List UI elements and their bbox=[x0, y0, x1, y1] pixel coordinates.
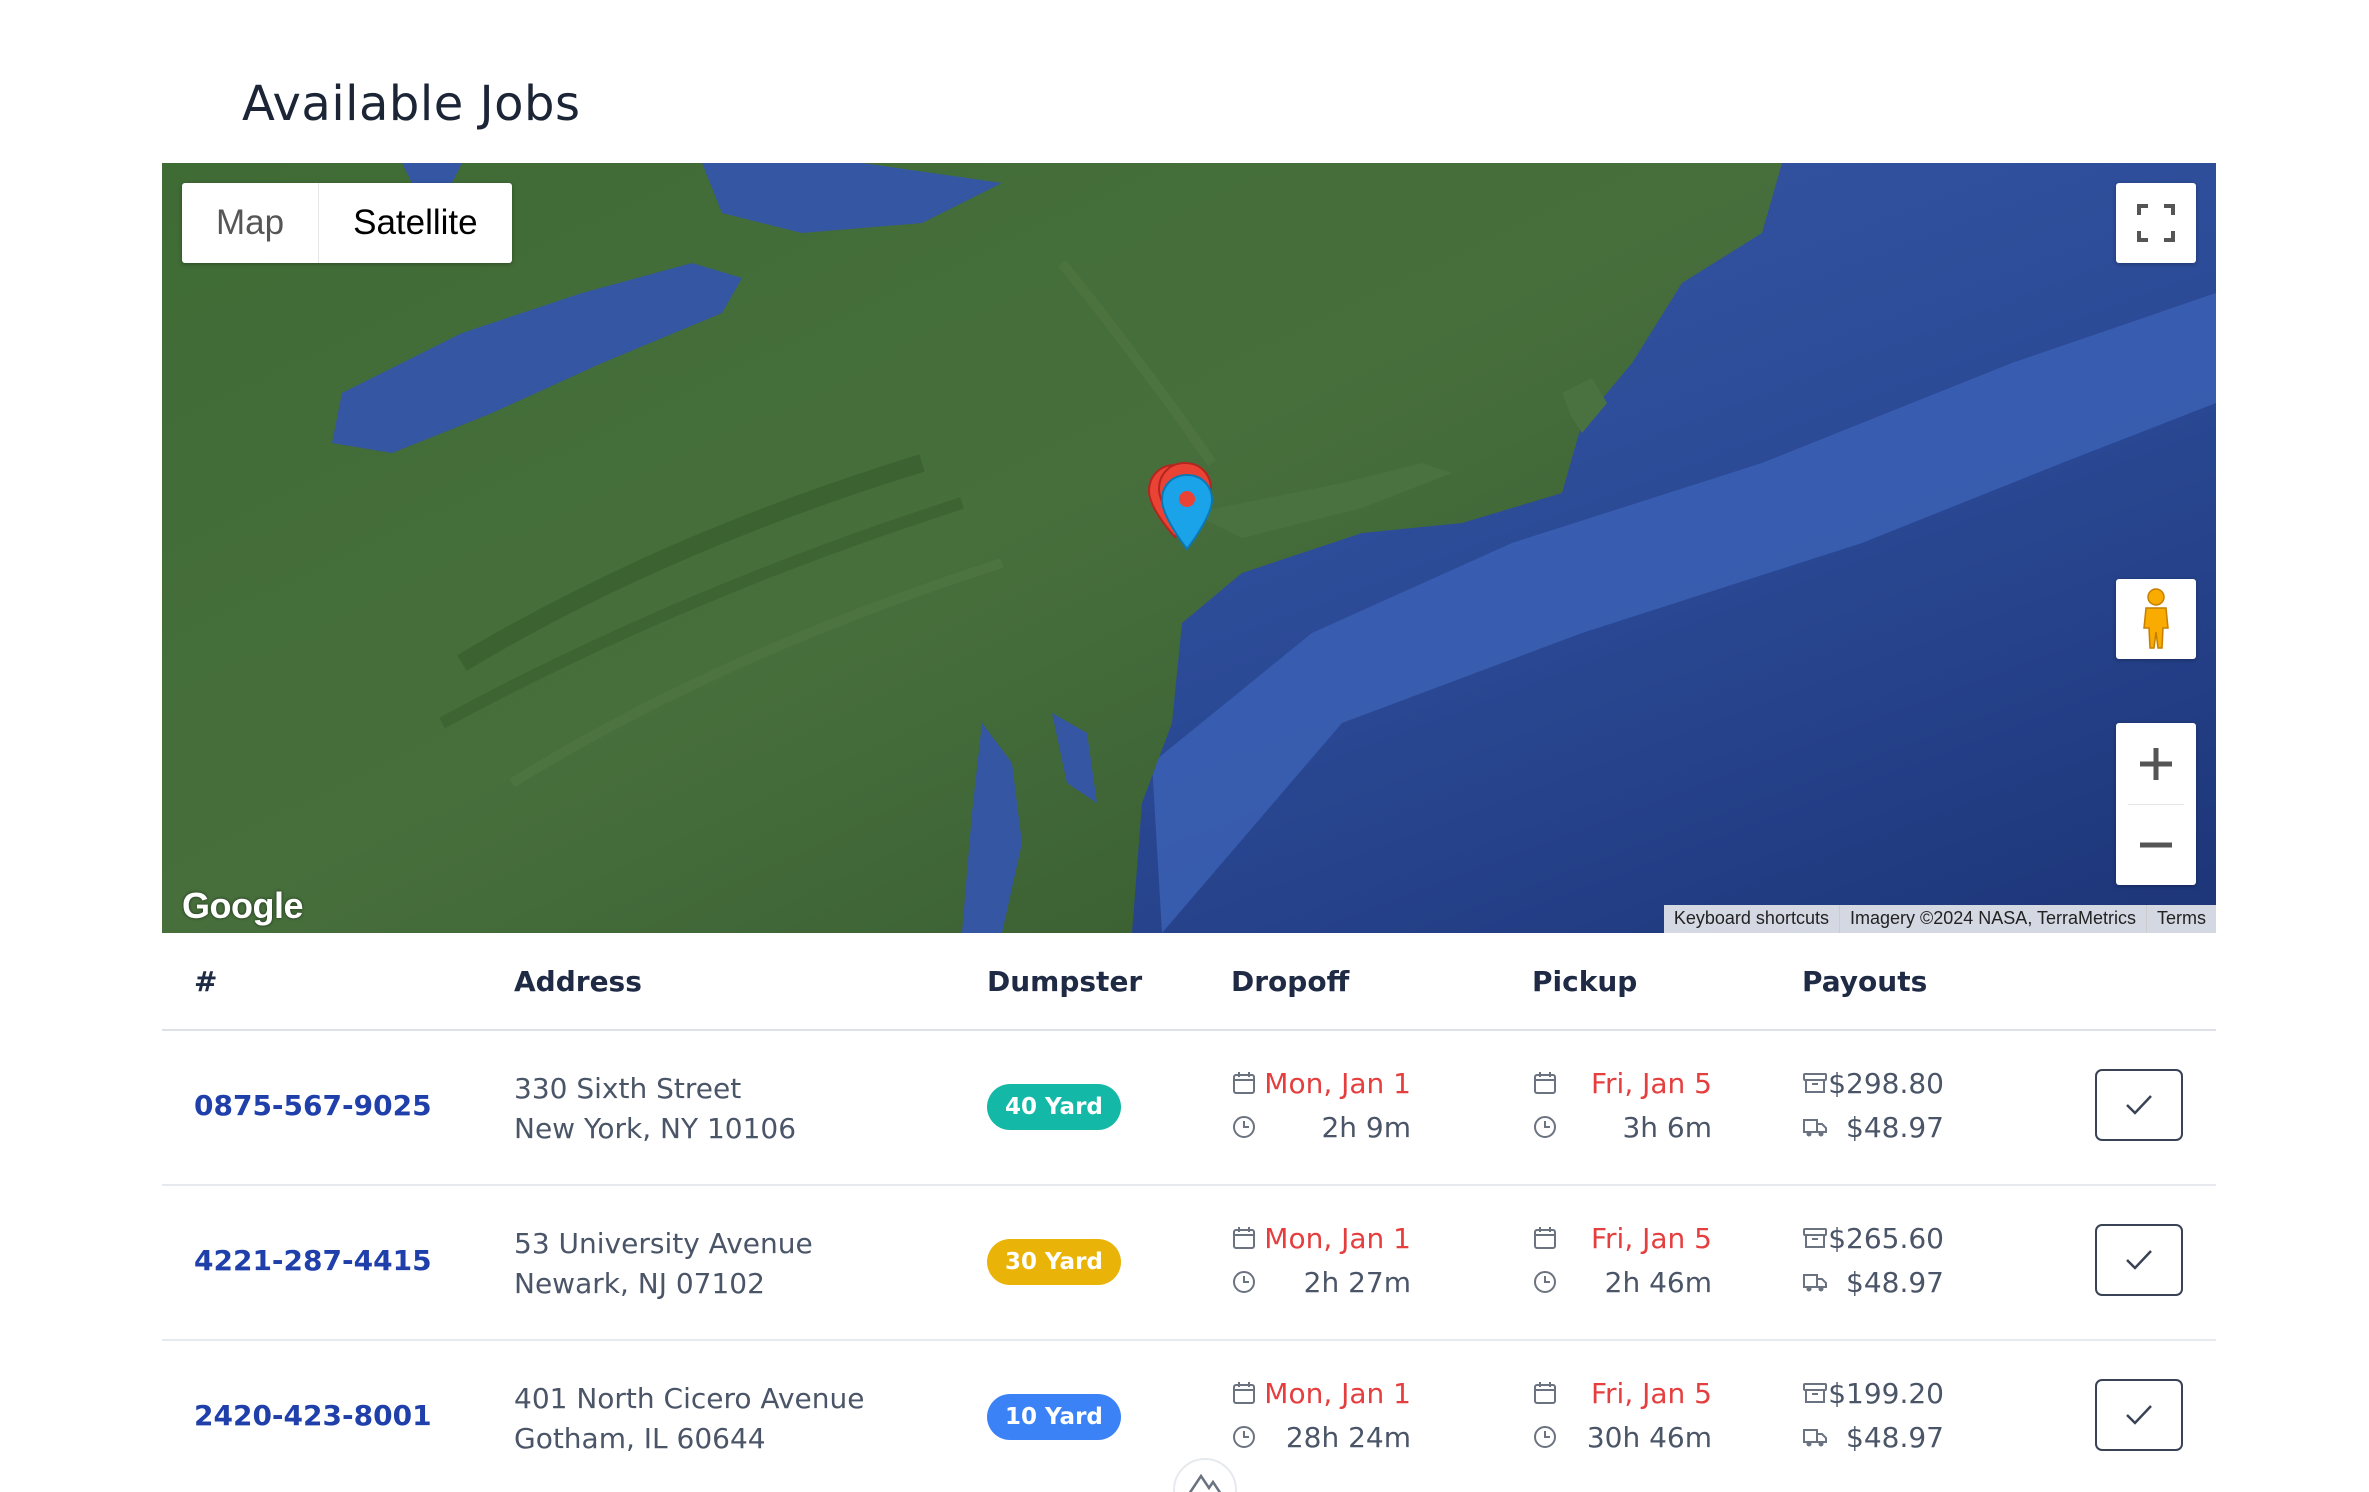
check-icon bbox=[2126, 1405, 2152, 1425]
job-address: 53 University Avenue Newark, NJ 07102 bbox=[514, 1224, 813, 1304]
minus-icon bbox=[2140, 842, 2172, 847]
payout-job-amount: $265.60 bbox=[1828, 1221, 1944, 1255]
address-line2: Newark, NJ 07102 bbox=[514, 1267, 765, 1300]
dropoff-cell: Mon, Jan 1 2h 27m bbox=[1231, 1216, 1411, 1304]
clock-icon bbox=[1233, 1426, 1255, 1448]
fullscreen-icon bbox=[2137, 204, 2175, 242]
payout-delivery-amount: $48.97 bbox=[1846, 1265, 1944, 1299]
check-icon bbox=[2126, 1250, 2152, 1270]
imagery-credit: Imagery ©2024 NASA, TerraMetrics bbox=[1838, 905, 2146, 933]
accept-job-button[interactable] bbox=[2095, 1069, 2183, 1141]
mountain-logo-icon bbox=[1188, 1473, 1222, 1492]
clock-icon bbox=[1534, 1116, 1556, 1138]
pickup-cell: Fri, Jan 5 2h 46m bbox=[1532, 1216, 1712, 1304]
plus-icon bbox=[2140, 747, 2172, 780]
archive-box-icon bbox=[1803, 1383, 1827, 1403]
table-row: 4221-287-4415 53 University Avenue Newar… bbox=[162, 1186, 2216, 1341]
header-address: Address bbox=[514, 965, 642, 998]
pegman-icon bbox=[2143, 588, 2169, 649]
job-address: 330 Sixth Street New York, NY 10106 bbox=[514, 1069, 796, 1149]
map-type-toggle: Map Satellite bbox=[182, 183, 512, 263]
clock-icon bbox=[1534, 1271, 1556, 1293]
table-row: 0875-567-9025 330 Sixth Street New York,… bbox=[162, 1031, 2216, 1186]
pickup-duration: 3h 6m bbox=[1622, 1110, 1712, 1144]
dropoff-cell: Mon, Jan 1 28h 24m bbox=[1231, 1371, 1411, 1459]
zoom-control bbox=[2116, 723, 2196, 885]
accept-job-button[interactable] bbox=[2095, 1224, 2183, 1296]
job-address: 401 North Cicero Avenue Gotham, IL 60644 bbox=[514, 1379, 864, 1459]
archive-box-icon bbox=[1803, 1073, 1827, 1093]
clock-icon bbox=[1233, 1116, 1255, 1138]
address-line2: New York, NY 10106 bbox=[514, 1112, 797, 1145]
blue-map-pin[interactable] bbox=[1160, 473, 1214, 553]
dropoff-duration: 28h 24m bbox=[1285, 1420, 1411, 1454]
header-pickup: Pickup bbox=[1532, 965, 1638, 998]
address-line1: 53 University Avenue bbox=[514, 1227, 813, 1260]
archive-box-icon bbox=[1803, 1228, 1827, 1248]
payout-cell: $199.20 $48.97 bbox=[1802, 1371, 1944, 1459]
dropoff-duration: 2h 9m bbox=[1321, 1110, 1411, 1144]
payout-job-amount: $199.20 bbox=[1828, 1376, 1944, 1410]
address-line2: Gotham, IL 60644 bbox=[514, 1422, 766, 1455]
pickup-duration: 2h 46m bbox=[1604, 1265, 1712, 1299]
job-id-link[interactable]: 2420-423-8001 bbox=[194, 1399, 432, 1432]
terms-link[interactable]: Terms bbox=[2146, 905, 2216, 933]
pickup-duration: 30h 46m bbox=[1586, 1420, 1712, 1454]
zoom-in-button[interactable] bbox=[2116, 724, 2196, 804]
zoom-out-button[interactable] bbox=[2116, 805, 2196, 885]
header-id: # bbox=[194, 965, 218, 998]
header-payouts: Payouts bbox=[1802, 965, 1928, 998]
truck-icon bbox=[1803, 1274, 1827, 1292]
map-view[interactable]: Map Satellite Google Keyboard shortcuts … bbox=[162, 163, 2216, 933]
dumpster-size-badge: 10 Yard bbox=[987, 1394, 1121, 1440]
payout-cell: $265.60 $48.97 bbox=[1802, 1216, 1944, 1304]
keyboard-shortcuts-link[interactable]: Keyboard shortcuts bbox=[1664, 905, 1839, 933]
truck-icon bbox=[1803, 1429, 1827, 1447]
calendar-icon bbox=[1534, 1227, 1556, 1249]
dropoff-date: Mon, Jan 1 bbox=[1264, 1066, 1411, 1100]
pickup-date: Fri, Jan 5 bbox=[1590, 1066, 1712, 1100]
calendar-icon bbox=[1534, 1072, 1556, 1094]
clock-icon bbox=[1534, 1426, 1556, 1448]
map-type-map[interactable]: Map bbox=[182, 183, 320, 263]
header-dumpster: Dumpster bbox=[987, 965, 1143, 998]
payout-job-amount: $298.80 bbox=[1828, 1066, 1944, 1100]
check-icon bbox=[2126, 1095, 2152, 1115]
calendar-icon bbox=[1233, 1227, 1255, 1249]
calendar-icon bbox=[1233, 1382, 1255, 1404]
dumpster-size-badge: 40 Yard bbox=[987, 1084, 1121, 1130]
jobs-table: # Address Dumpster Dropoff Pickup Payout… bbox=[162, 933, 2216, 1492]
calendar-icon bbox=[1233, 1072, 1255, 1094]
page-title: Available Jobs bbox=[242, 76, 581, 132]
table-header: # Address Dumpster Dropoff Pickup Payout… bbox=[162, 933, 2216, 1031]
clock-icon bbox=[1233, 1271, 1255, 1293]
payout-cell: $298.80 $48.97 bbox=[1802, 1061, 1944, 1149]
dropoff-cell: Mon, Jan 1 2h 9m bbox=[1231, 1061, 1411, 1149]
job-id-link[interactable]: 0875-567-9025 bbox=[194, 1089, 432, 1122]
address-line1: 330 Sixth Street bbox=[514, 1072, 742, 1105]
payout-delivery-amount: $48.97 bbox=[1846, 1420, 1944, 1454]
pickup-date: Fri, Jan 5 bbox=[1590, 1376, 1712, 1410]
dumpster-size-badge: 30 Yard bbox=[987, 1239, 1121, 1285]
header-dropoff: Dropoff bbox=[1231, 965, 1350, 998]
dropoff-date: Mon, Jan 1 bbox=[1264, 1376, 1411, 1410]
payout-delivery-amount: $48.97 bbox=[1846, 1110, 1944, 1144]
dropoff-duration: 2h 27m bbox=[1303, 1265, 1411, 1299]
address-line1: 401 North Cicero Avenue bbox=[514, 1382, 865, 1415]
fullscreen-button[interactable] bbox=[2116, 183, 2196, 263]
truck-icon bbox=[1803, 1119, 1827, 1137]
map-type-satellite[interactable]: Satellite bbox=[319, 183, 512, 263]
google-logo: Google bbox=[182, 885, 304, 926]
pickup-cell: Fri, Jan 5 3h 6m bbox=[1532, 1061, 1712, 1149]
pickup-date: Fri, Jan 5 bbox=[1590, 1221, 1712, 1255]
accept-job-button[interactable] bbox=[2095, 1379, 2183, 1451]
street-view-button[interactable] bbox=[2116, 579, 2196, 659]
map-attribution: Keyboard shortcuts Imagery ©2024 NASA, T… bbox=[1663, 905, 2216, 933]
calendar-icon bbox=[1534, 1382, 1556, 1404]
pickup-cell: Fri, Jan 5 30h 46m bbox=[1532, 1371, 1712, 1459]
job-id-link[interactable]: 4221-287-4415 bbox=[194, 1244, 432, 1277]
dropoff-date: Mon, Jan 1 bbox=[1264, 1221, 1411, 1255]
